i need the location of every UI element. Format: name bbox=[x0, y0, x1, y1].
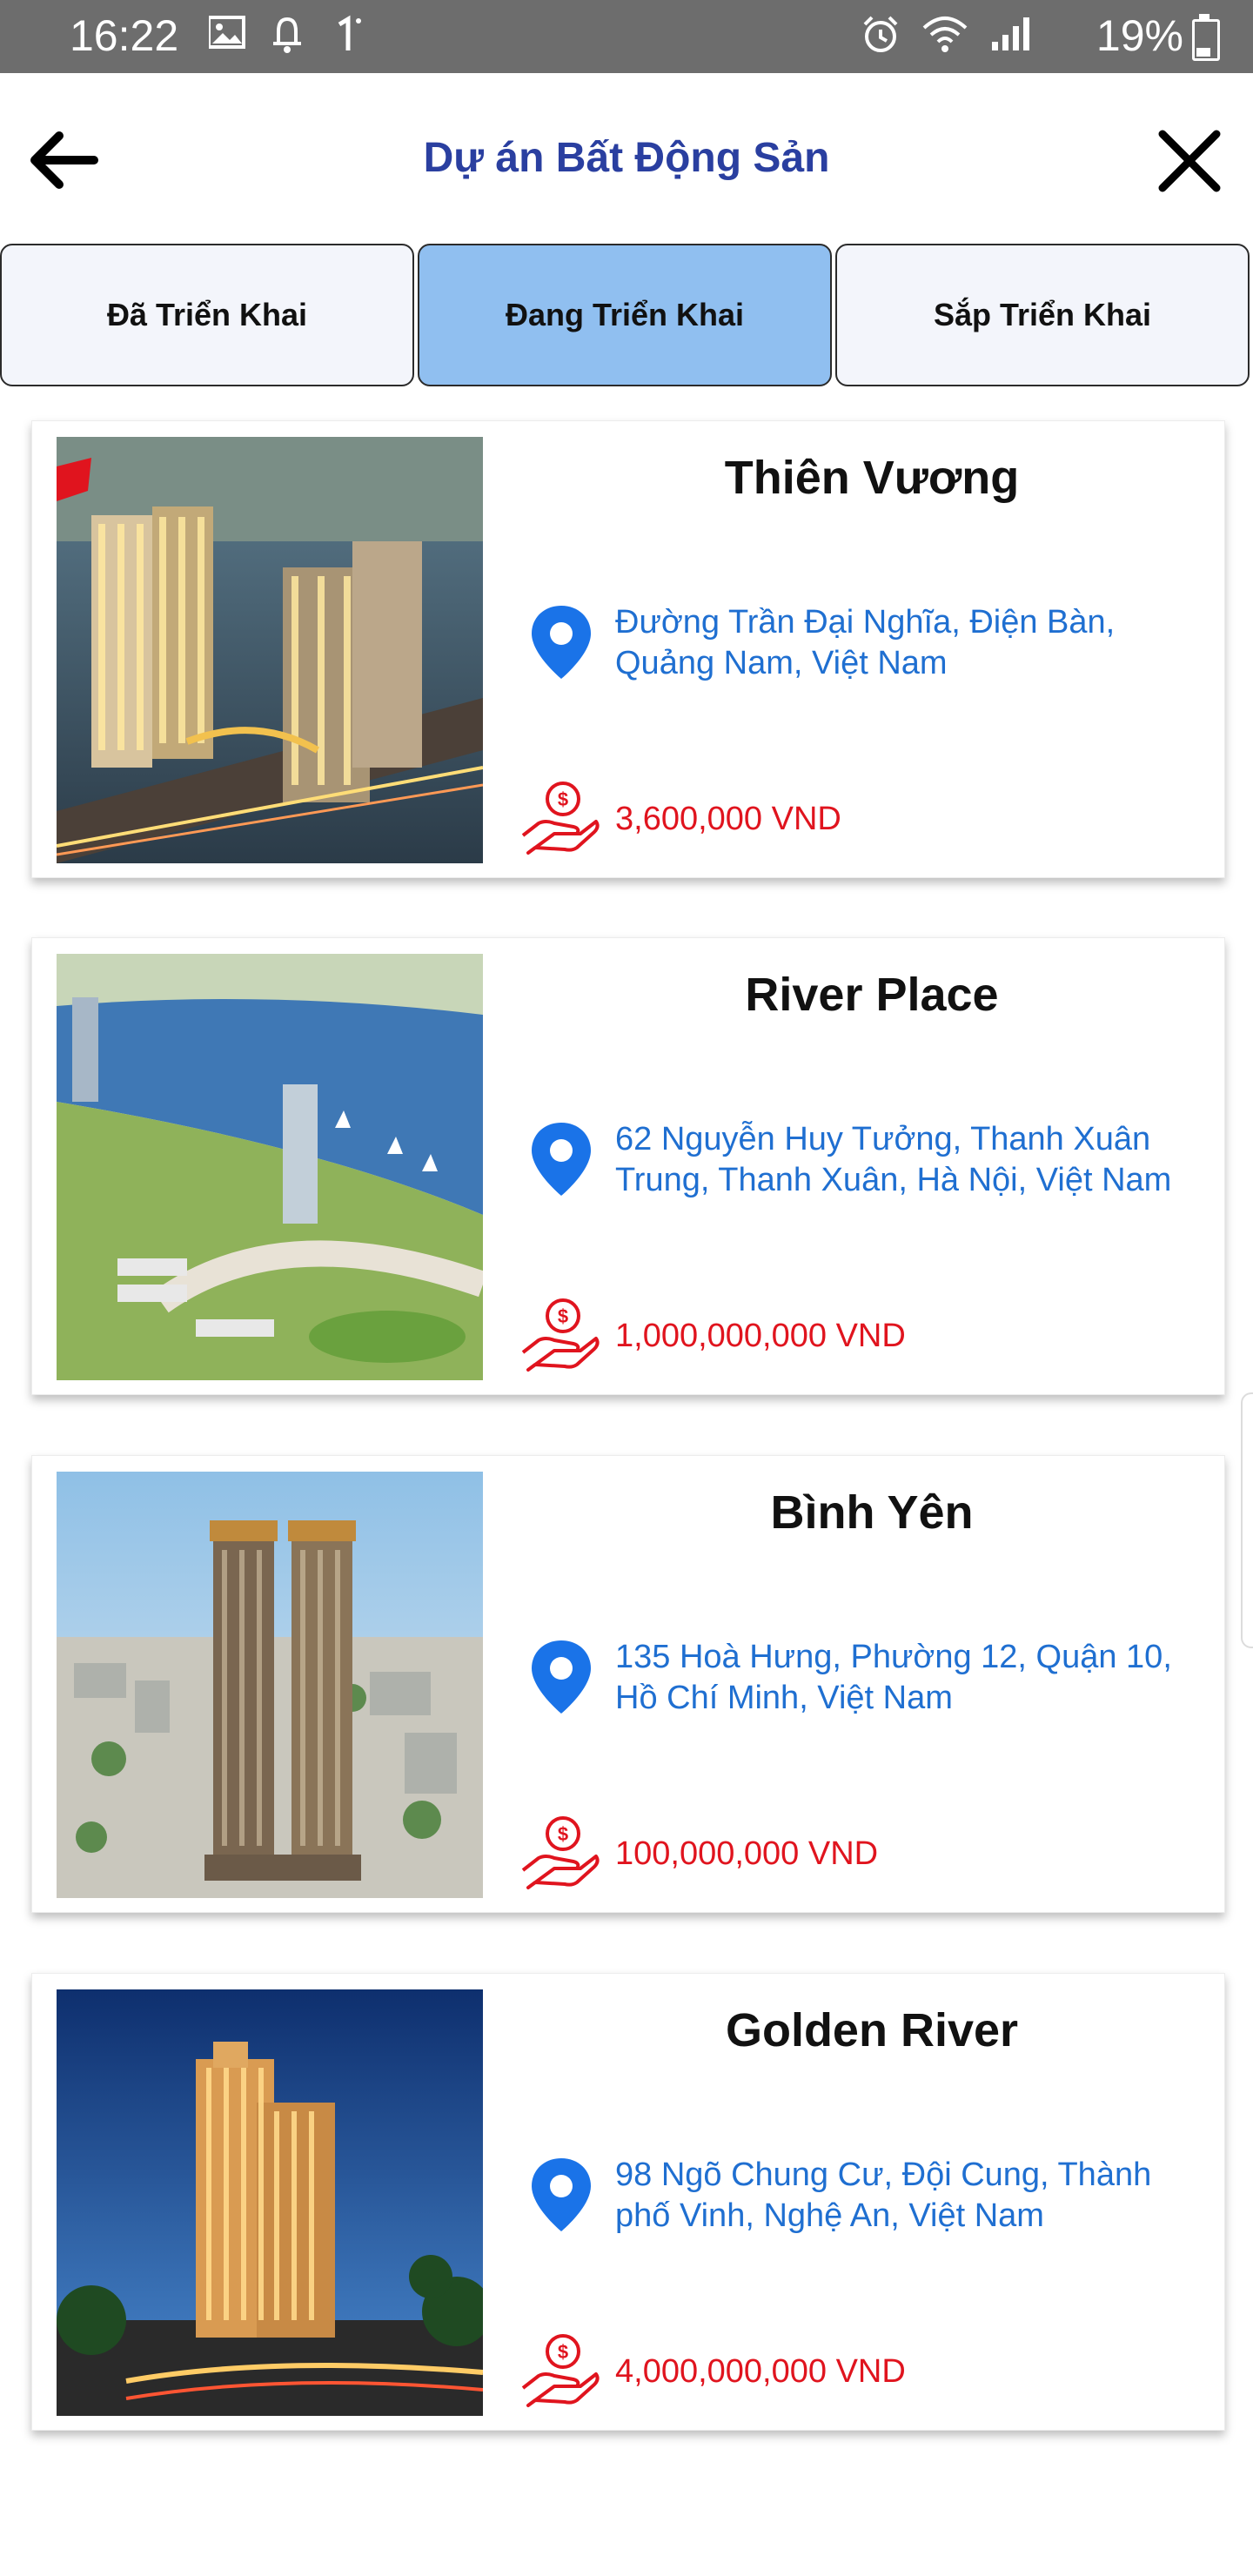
money-hand-icon: $ bbox=[521, 782, 600, 855]
image-icon bbox=[207, 16, 245, 49]
location-pin-icon bbox=[532, 1123, 591, 1196]
status-time: 16:22 bbox=[70, 11, 179, 60]
project-address: 62 Nguyễn Huy Tưởng, Thanh Xuân Trung, T… bbox=[615, 1121, 1172, 1198]
project-card[interactable]: Thiên Vương Đường Trần Đại Nghĩa, Điện B… bbox=[31, 420, 1225, 878]
project-image bbox=[57, 954, 483, 1380]
bell-icon bbox=[273, 17, 301, 53]
project-price: 3,600,000 VND bbox=[615, 801, 841, 837]
project-name: River Place bbox=[745, 969, 999, 1021]
page-title: Dự án Bất Động Sản bbox=[423, 135, 830, 181]
project-card[interactable]: River Place 62 Nguyễn Huy Tưởng, Thanh X… bbox=[31, 937, 1225, 1395]
location-pin-icon bbox=[532, 2158, 591, 2231]
money-hand-icon: $ bbox=[521, 2334, 600, 2407]
app-header: Dự án Bất Động Sản bbox=[0, 73, 1253, 244]
status-left-icons bbox=[207, 14, 383, 62]
wifi-icon bbox=[922, 17, 968, 52]
project-address: Đường Trần Đại Nghĩa, Điện Bàn, Quảng Na… bbox=[615, 604, 1116, 681]
project-status-tabs: Đã Triển Khai Đang Triển Khai Sắp Triển … bbox=[0, 244, 1253, 390]
one-icon bbox=[338, 15, 361, 50]
signal-icon bbox=[992, 17, 1029, 50]
svg-text:$: $ bbox=[558, 788, 568, 810]
tab-in-progress[interactable]: Đang Triển Khai bbox=[418, 244, 832, 386]
project-image bbox=[57, 1989, 483, 2416]
status-bar: 16:22 19% bbox=[0, 0, 1253, 73]
location-pin-icon bbox=[532, 1640, 591, 1714]
project-price: 100,000,000 VND bbox=[615, 1835, 879, 1872]
status-right-icons bbox=[861, 14, 1044, 62]
battery-icon bbox=[1192, 14, 1220, 61]
svg-text:$: $ bbox=[558, 1823, 568, 1845]
svg-text:$: $ bbox=[558, 1305, 568, 1327]
alarm-icon bbox=[863, 16, 898, 52]
project-address: 98 Ngõ Chung Cư, Đội Cung, Thành phố Vin… bbox=[615, 2157, 1152, 2234]
tab-deployed[interactable]: Đã Triển Khai bbox=[0, 244, 414, 386]
project-card[interactable]: Golden River 98 Ngõ Chung Cư, Đội Cung, … bbox=[31, 1973, 1225, 2431]
project-image bbox=[57, 1472, 483, 1898]
project-address: 135 Hoà Hưng, Phường 12, Quận 10, Hồ Chí… bbox=[615, 1639, 1172, 1716]
project-card[interactable]: Bình Yên 135 Hoà Hưng, Phường 12, Quận 1… bbox=[31, 1455, 1225, 1913]
svg-text:$: $ bbox=[558, 2341, 568, 2363]
project-price: 4,000,000,000 VND bbox=[615, 2353, 906, 2390]
project-price: 1,000,000,000 VND bbox=[615, 1318, 906, 1354]
project-name: Golden River bbox=[725, 2004, 1019, 2056]
tab-upcoming[interactable]: Sắp Triển Khai bbox=[835, 244, 1250, 386]
project-name: Thiên Vương bbox=[724, 452, 1020, 504]
close-icon bbox=[1158, 130, 1221, 192]
project-name: Bình Yên bbox=[770, 1486, 974, 1539]
project-image bbox=[57, 437, 483, 863]
close-button[interactable] bbox=[1150, 122, 1229, 200]
battery-level: 19% bbox=[1096, 11, 1183, 60]
money-hand-icon: $ bbox=[521, 1298, 600, 1372]
money-hand-icon: $ bbox=[521, 1816, 600, 1889]
edge-scroll-handle[interactable] bbox=[1241, 1392, 1253, 1648]
location-pin-icon bbox=[532, 606, 591, 679]
